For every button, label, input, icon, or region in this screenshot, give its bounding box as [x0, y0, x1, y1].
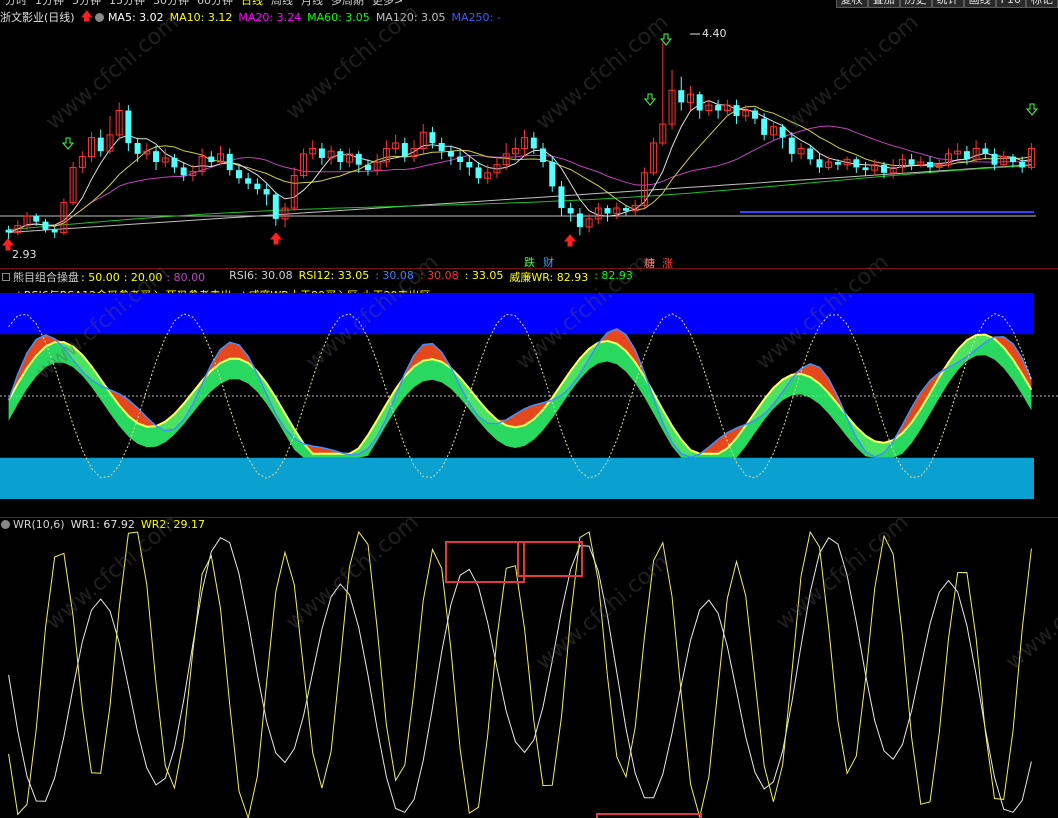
candle-body [1009, 156, 1016, 162]
candle-body [447, 151, 454, 157]
candle-body [33, 216, 40, 222]
candle-body [540, 148, 547, 162]
candle-body [153, 151, 160, 162]
sell-arrow-icon [61, 137, 75, 150]
candle-body [457, 156, 464, 162]
period-tab[interactable]: 日线 [238, 0, 266, 7]
period-tab[interactable]: 15分钟 [106, 0, 148, 7]
period-tab[interactable]: 分时 [2, 0, 30, 7]
tool-button[interactable]: 统计 [931, 0, 964, 8]
tool-button[interactable]: 标记 [1026, 0, 1058, 8]
candle-body [696, 94, 703, 111]
candle-body [622, 208, 629, 211]
candle-body [567, 208, 574, 214]
candle-body [51, 229, 58, 233]
candle-body [816, 159, 823, 168]
candle-body [807, 148, 814, 160]
tool-button[interactable]: 复权 [835, 0, 868, 8]
candle-body [337, 151, 344, 162]
buy-zone [0, 457, 1034, 499]
candle-body [733, 105, 740, 116]
candle-body [862, 167, 869, 171]
candle-body [134, 143, 141, 154]
indicator-chart[interactable] [0, 269, 1058, 517]
candle-body [42, 221, 49, 230]
candle-body [715, 105, 722, 111]
candle-body [982, 148, 989, 154]
highlight-box [596, 813, 702, 818]
candle-body [779, 126, 786, 138]
candle-body [530, 137, 537, 149]
candle-body [254, 183, 261, 190]
candle-body [1019, 162, 1026, 168]
candle-body [226, 153, 233, 171]
tool-buttons: 复权叠加历史统计画线F10标记 [835, 0, 1058, 8]
tag-die: 跌 [524, 255, 535, 268]
candle-body [318, 148, 325, 158]
sell-arrow-icon [1025, 103, 1039, 116]
candle-body [475, 167, 482, 179]
tool-button[interactable]: 叠加 [867, 0, 900, 8]
high-price-label: 4.40 [702, 27, 727, 40]
candle-body [364, 164, 371, 171]
candle-body [263, 189, 270, 195]
period-tab[interactable]: 1分钟 [32, 0, 67, 7]
candle-body [604, 208, 611, 214]
period-tab[interactable]: 更多> [369, 0, 406, 7]
candle-body [180, 167, 187, 176]
candle-body [751, 110, 758, 119]
tag-zhe: 糖 [644, 256, 655, 268]
candle-body [171, 157, 178, 168]
candle-body [438, 143, 445, 152]
buy-arrow-icon [563, 234, 577, 247]
candle-body [549, 162, 556, 187]
candle-body [576, 213, 583, 228]
candle-body [678, 90, 685, 103]
low-price-label: 2.93 [12, 248, 37, 261]
wr2-line [8, 530, 1032, 818]
highlight-box [445, 541, 525, 583]
ma120-line [8, 164, 1032, 233]
candle-body [208, 156, 215, 162]
period-tabs: 分时 1分钟 5分钟 15分钟 30分钟 60分钟 日线 周线 月线 多周期 更多> [2, 0, 406, 7]
tool-button[interactable]: F10 [995, 0, 1026, 8]
tag-zhang: 涨 [662, 257, 673, 268]
period-tab[interactable]: 月线 [298, 0, 326, 7]
candle-body [788, 137, 795, 154]
sell-arrow-icon [643, 93, 657, 106]
wr-chart[interactable] [0, 518, 1058, 818]
wr1-line [8, 536, 1032, 813]
period-tab[interactable]: 60分钟 [194, 0, 236, 7]
candle-body [401, 143, 408, 157]
candle-body [466, 162, 473, 168]
candle-body [272, 194, 279, 219]
candle-body [429, 132, 436, 144]
candle-body [125, 110, 132, 144]
candle-body [355, 153, 362, 165]
period-tab[interactable]: 多周期 [328, 0, 367, 7]
candlestick-chart[interactable]: 4.40 2.93 跌财 糖涨 [0, 8, 1058, 268]
candle-body [991, 153, 998, 165]
candle-body [558, 186, 565, 209]
candle-body [245, 178, 252, 184]
period-toolbar: 分时1分钟5分钟15分钟30分钟60分钟日线周线月线多周期更多> 复权叠加历史统… [0, 0, 1058, 8]
candle-body [834, 162, 841, 165]
tool-button[interactable]: 历史 [899, 0, 932, 8]
buy-arrow-icon [269, 232, 283, 245]
candle-body [927, 162, 934, 168]
candle-body [880, 164, 887, 173]
candle-body [963, 151, 970, 160]
candle-body [235, 170, 242, 179]
candle-body [853, 159, 860, 168]
tag-cai: 财 [543, 255, 554, 268]
tool-button[interactable]: 画线 [963, 0, 996, 8]
candle-body [761, 118, 768, 135]
period-tab[interactable]: 30分钟 [150, 0, 192, 7]
candle-body [908, 159, 915, 165]
candle-body [5, 229, 12, 233]
highlight-box [517, 541, 583, 577]
candle-body [97, 137, 104, 152]
sell-zone [0, 293, 1034, 335]
period-tab[interactable]: 周线 [268, 0, 296, 7]
